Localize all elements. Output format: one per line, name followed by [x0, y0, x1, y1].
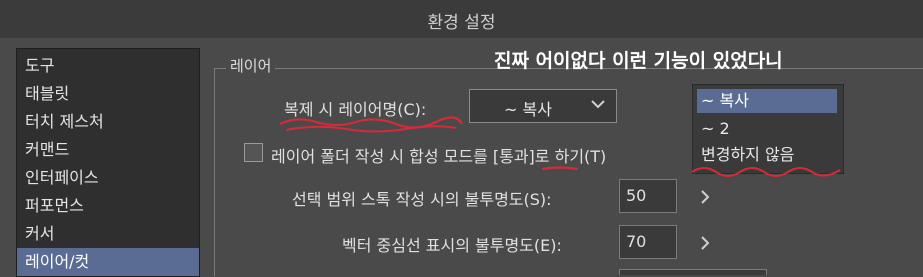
category-list[interactable]: 도구 태블릿 터치 제스처 커맨드 인터페이스 퍼포먼스 커서 레이어/컷	[16, 48, 200, 277]
group-title: 레이어	[226, 55, 276, 76]
chevron-right-icon[interactable]	[698, 188, 712, 206]
annotation-text: 진짜 어이없다 이런 기능이 있었다니	[494, 50, 783, 72]
annotation-scribble	[279, 116, 463, 133]
sidebar-item-command[interactable]: 커맨드	[17, 136, 199, 164]
sidebar-item-performance[interactable]: 퍼포먼스	[17, 192, 199, 220]
selection-stroke-opacity-value: 50	[626, 186, 647, 205]
dropdown-option[interactable]: ~ 복사	[697, 89, 837, 113]
sidebar-item-tablet[interactable]: 태블릿	[17, 80, 199, 108]
folder-passthrough-checkbox[interactable]	[244, 143, 263, 162]
sidebar-item-layer-cut[interactable]: 레이어/컷	[17, 248, 199, 276]
vector-center-opacity-value: 70	[626, 232, 647, 251]
title-bar: 환경 설정	[0, 0, 923, 38]
sidebar-item-interface[interactable]: 인터페이스	[17, 164, 199, 192]
annotation-scribble	[541, 166, 579, 171]
dropdown-option[interactable]: ~ 2	[697, 117, 837, 141]
sidebar-item-cursor[interactable]: 커서	[17, 220, 199, 248]
vector-center-opacity-label: 벡터 중심선 표시의 불투명도(E):	[342, 236, 562, 255]
vector-center-opacity-input[interactable]: 70	[619, 225, 677, 259]
selection-stroke-opacity-label: 선택 범위 스톡 작성 시의 불투명도(S):	[292, 190, 552, 209]
next-field-partial[interactable]	[619, 269, 767, 275]
selection-stroke-opacity-input[interactable]: 50	[619, 179, 677, 213]
sidebar-item-tools[interactable]: 도구	[17, 52, 199, 80]
chevron-down-icon	[591, 100, 605, 109]
copy-name-select[interactable]: ~ 복사	[469, 89, 617, 123]
copy-name-select-value: ~ 복사	[504, 100, 552, 119]
sidebar-item-touch-gesture[interactable]: 터치 제스처	[17, 108, 199, 136]
annotation-scribble	[691, 167, 841, 177]
window-title: 환경 설정	[427, 13, 496, 33]
chevron-right-icon[interactable]	[698, 234, 712, 252]
